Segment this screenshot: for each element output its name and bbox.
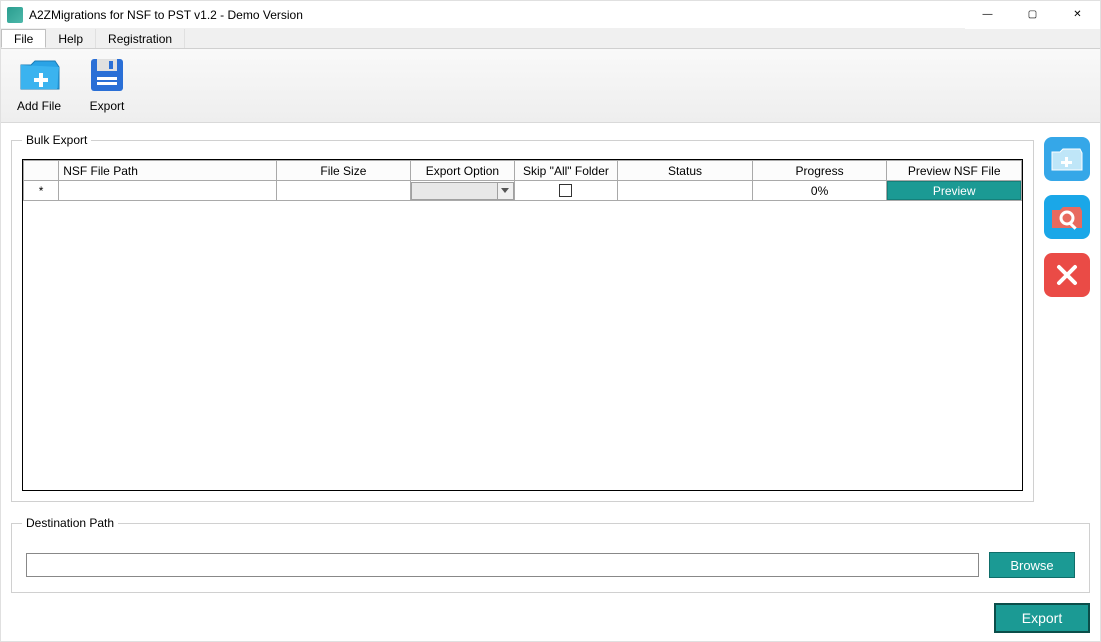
destination-path-group: Destination Path Browse	[11, 516, 1090, 593]
close-icon	[1056, 264, 1078, 286]
col-skip-all-folder[interactable]: Skip "All" Folder	[514, 161, 618, 181]
close-button[interactable]: ✕	[1055, 1, 1100, 29]
table-row[interactable]: *	[24, 181, 1022, 201]
col-export-option[interactable]: Export Option	[411, 161, 515, 181]
side-add-file-button[interactable]	[1044, 137, 1090, 181]
row-marker: *	[24, 181, 59, 201]
app-icon	[7, 7, 23, 23]
menu-registration[interactable]: Registration	[96, 29, 185, 48]
col-rowheader	[24, 161, 59, 181]
col-preview-nsf-file[interactable]: Preview NSF File	[887, 161, 1022, 181]
chevron-down-icon[interactable]	[497, 183, 513, 199]
folder-plus-icon	[16, 53, 62, 97]
col-status[interactable]: Status	[618, 161, 753, 181]
toolbar-export-label: Export	[90, 99, 125, 113]
cell-progress: 0%	[752, 181, 887, 201]
side-remove-button[interactable]	[1044, 253, 1090, 297]
side-search-button[interactable]	[1044, 195, 1090, 239]
save-icon	[84, 53, 130, 97]
minimize-button[interactable]: —	[965, 1, 1010, 29]
cell-skip-all-folder[interactable]	[514, 181, 618, 201]
export-button[interactable]: Export	[81, 53, 133, 113]
export-main-button[interactable]: Export	[994, 603, 1090, 633]
bulk-export-table: NSF File Path File Size Export Option Sk…	[23, 160, 1022, 201]
browse-button[interactable]: Browse	[989, 552, 1075, 578]
maximize-button[interactable]: ▢	[1010, 1, 1055, 29]
window-title: A2ZMigrations for NSF to PST v1.2 - Demo…	[29, 8, 303, 22]
col-nsf-file-path[interactable]: NSF File Path	[59, 161, 276, 181]
cell-nsf-file-path[interactable]	[59, 181, 276, 201]
destination-path-input[interactable]	[26, 553, 979, 577]
bulk-export-group: Bulk Export	[11, 133, 1034, 502]
skip-all-checkbox[interactable]	[559, 184, 572, 197]
bulk-export-table-host: NSF File Path File Size Export Option Sk…	[22, 159, 1023, 491]
export-option-value	[412, 183, 497, 199]
content-area: Bulk Export	[1, 123, 1100, 603]
menu-help[interactable]: Help	[46, 29, 96, 48]
col-file-size[interactable]: File Size	[276, 161, 411, 181]
folder-plus-icon	[1050, 144, 1084, 174]
export-option-dropdown[interactable]	[411, 182, 514, 200]
menu-bar: File Help Registration	[1, 29, 1100, 49]
cell-file-size	[276, 181, 411, 201]
cell-status	[618, 181, 753, 201]
cell-export-option[interactable]	[411, 181, 515, 201]
bulk-export-legend: Bulk Export	[22, 133, 91, 147]
col-progress[interactable]: Progress	[752, 161, 887, 181]
table-header-row: NSF File Path File Size Export Option Sk…	[24, 161, 1022, 181]
add-file-button[interactable]: Add File	[13, 53, 65, 113]
menu-file[interactable]: File	[1, 29, 46, 48]
side-toolbar	[1044, 133, 1090, 502]
window-controls: — ▢ ✕	[965, 1, 1100, 29]
folder-search-icon	[1050, 202, 1084, 232]
destination-path-legend: Destination Path	[22, 516, 118, 530]
preview-button[interactable]: Preview	[887, 181, 1021, 200]
toolbar: Add File Export	[1, 49, 1100, 123]
toolbar-add-file-label: Add File	[17, 99, 61, 113]
title-bar: A2ZMigrations for NSF to PST v1.2 - Demo…	[1, 1, 1100, 29]
footer: Export	[1, 603, 1100, 641]
cell-preview: Preview	[887, 181, 1022, 201]
